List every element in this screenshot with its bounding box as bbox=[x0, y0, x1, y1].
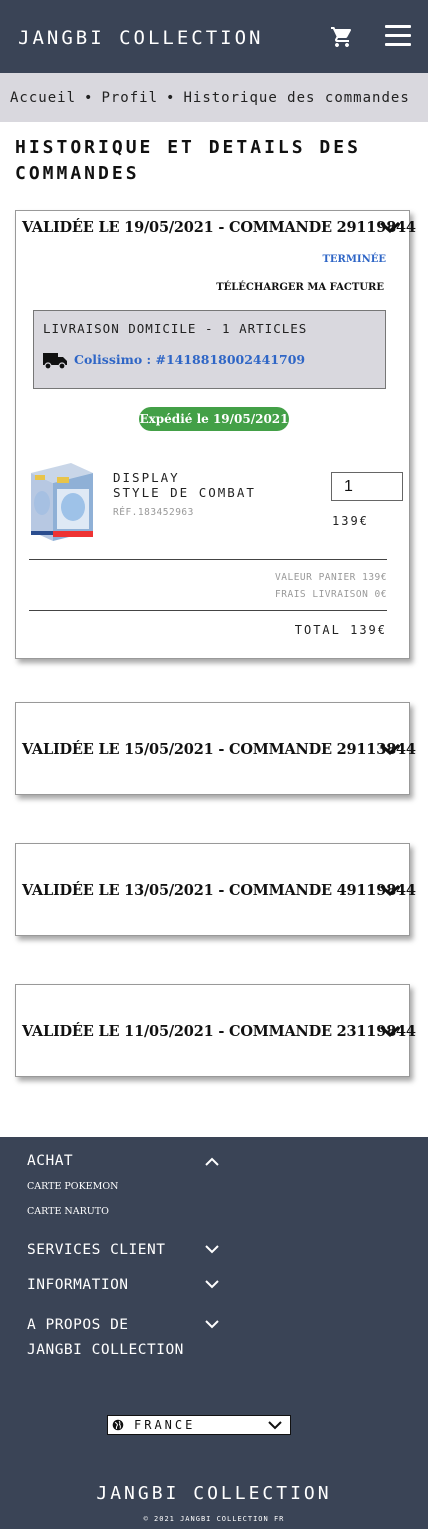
breadcrumb-order-history: Historique des commandes bbox=[183, 89, 410, 106]
order-heading[interactable]: VALIDÉE LE 15/05/2021 - COMMANDE 2911384… bbox=[22, 741, 416, 758]
site-header: JANGBI COLLECTION bbox=[0, 0, 428, 73]
product-name-line: STYLE DE COMBAT bbox=[113, 485, 256, 500]
order-card: VALIDÉE LE 19/05/2021 - COMMANDE 2911984… bbox=[15, 210, 416, 659]
breadcrumb-separator: • bbox=[84, 89, 94, 106]
order-card[interactable]: VALIDÉE LE 11/05/2021 - COMMANDE 2311984… bbox=[15, 984, 416, 1077]
footer-brand: JANGBI COLLECTION bbox=[96, 1483, 332, 1504]
order-total: TOTAL 139€ bbox=[294, 623, 387, 637]
divider bbox=[29, 610, 387, 611]
brand-logo[interactable]: JANGBI COLLECTION bbox=[18, 27, 263, 49]
truck-icon bbox=[43, 353, 67, 369]
country-value: FRANCE bbox=[134, 1418, 196, 1432]
order-card[interactable]: VALIDÉE LE 15/05/2021 - COMMANDE 2911384… bbox=[15, 702, 416, 795]
shipping-cost: FRAIS LIVRAISON 0€ bbox=[275, 589, 387, 600]
breadcrumb-separator: • bbox=[166, 89, 176, 106]
download-invoice-link[interactable]: TÉLÉCHARGER MA FACTURE bbox=[216, 282, 384, 293]
shipped-badge: Expédié le 19/05/2021 bbox=[139, 407, 289, 431]
footer-about-line: JANGBI COLLECTION bbox=[27, 1342, 184, 1358]
product-name[interactable]: DISPLAY STYLE DE COMBAT bbox=[113, 470, 256, 500]
tracking-link[interactable]: Colissimo : #1418818002441709 bbox=[74, 352, 305, 367]
footer-section-services[interactable]: SERVICES CLIENT bbox=[27, 1238, 165, 1263]
breadcrumb-home[interactable]: Accueil bbox=[10, 90, 76, 106]
quantity-field[interactable]: 1 bbox=[331, 472, 403, 501]
chevron-up-icon[interactable] bbox=[205, 1157, 219, 1166]
divider bbox=[29, 559, 387, 560]
country-selector[interactable]: FRANCE bbox=[107, 1415, 291, 1435]
delivery-box: LIVRAISON DOMICILE - 1 ARTICLES Colissim… bbox=[33, 310, 386, 389]
cart-value: VALEUR PANIER 139€ bbox=[275, 572, 387, 583]
footer-section-achat[interactable]: ACHAT bbox=[27, 1149, 73, 1174]
product-reference: RÉF.183452963 bbox=[113, 507, 194, 518]
footer-section-about[interactable]: A PROPOS DE JANGBI COLLECTION bbox=[27, 1313, 184, 1363]
chevron-down-icon bbox=[268, 1421, 282, 1430]
globe-icon bbox=[112, 1419, 124, 1431]
breadcrumb-profile[interactable]: Profil bbox=[101, 90, 158, 106]
product-price: 139€ bbox=[332, 514, 369, 528]
chevron-down-icon[interactable] bbox=[379, 1024, 401, 1038]
hamburger-menu-icon[interactable] bbox=[385, 25, 411, 47]
chevron-down-icon[interactable] bbox=[379, 742, 401, 756]
product-name-line: DISPLAY bbox=[113, 470, 180, 485]
chevron-down-icon[interactable] bbox=[379, 883, 401, 897]
delivery-title: LIVRAISON DOMICILE - 1 ARTICLES bbox=[43, 321, 308, 336]
chevron-up-icon[interactable] bbox=[379, 220, 401, 234]
chevron-down-icon[interactable] bbox=[205, 1245, 219, 1254]
site-footer: ACHAT CARTE POKEMON CARTE NARUTO SERVICE… bbox=[0, 1137, 428, 1529]
shopping-cart-icon[interactable] bbox=[330, 25, 354, 49]
page-title: HISTORIQUE ET DETAILS DES COMMANDES bbox=[15, 137, 361, 184]
chevron-down-icon[interactable] bbox=[205, 1280, 219, 1289]
breadcrumb: Accueil • Profil • Historique des comman… bbox=[0, 73, 428, 122]
footer-about-line: A PROPOS DE bbox=[27, 1317, 129, 1333]
order-heading[interactable]: VALIDÉE LE 13/05/2021 - COMMANDE 4911984… bbox=[22, 882, 416, 899]
footer-link-naruto[interactable]: CARTE NARUTO bbox=[27, 1206, 109, 1217]
chevron-down-icon[interactable] bbox=[205, 1320, 219, 1329]
product-image[interactable] bbox=[27, 459, 95, 543]
copyright: © 2021 JANGBI COLLECTION FR bbox=[143, 1515, 285, 1523]
order-heading[interactable]: VALIDÉE LE 19/05/2021 - COMMANDE 2911984… bbox=[22, 219, 416, 236]
footer-link-pokemon[interactable]: CARTE POKEMON bbox=[27, 1181, 118, 1192]
order-heading[interactable]: VALIDÉE LE 11/05/2021 - COMMANDE 2311984… bbox=[22, 1023, 416, 1040]
footer-section-information[interactable]: INFORMATION bbox=[27, 1273, 129, 1298]
order-card[interactable]: VALIDÉE LE 13/05/2021 - COMMANDE 4911984… bbox=[15, 843, 416, 936]
order-status: TERMINÉE bbox=[322, 254, 386, 265]
